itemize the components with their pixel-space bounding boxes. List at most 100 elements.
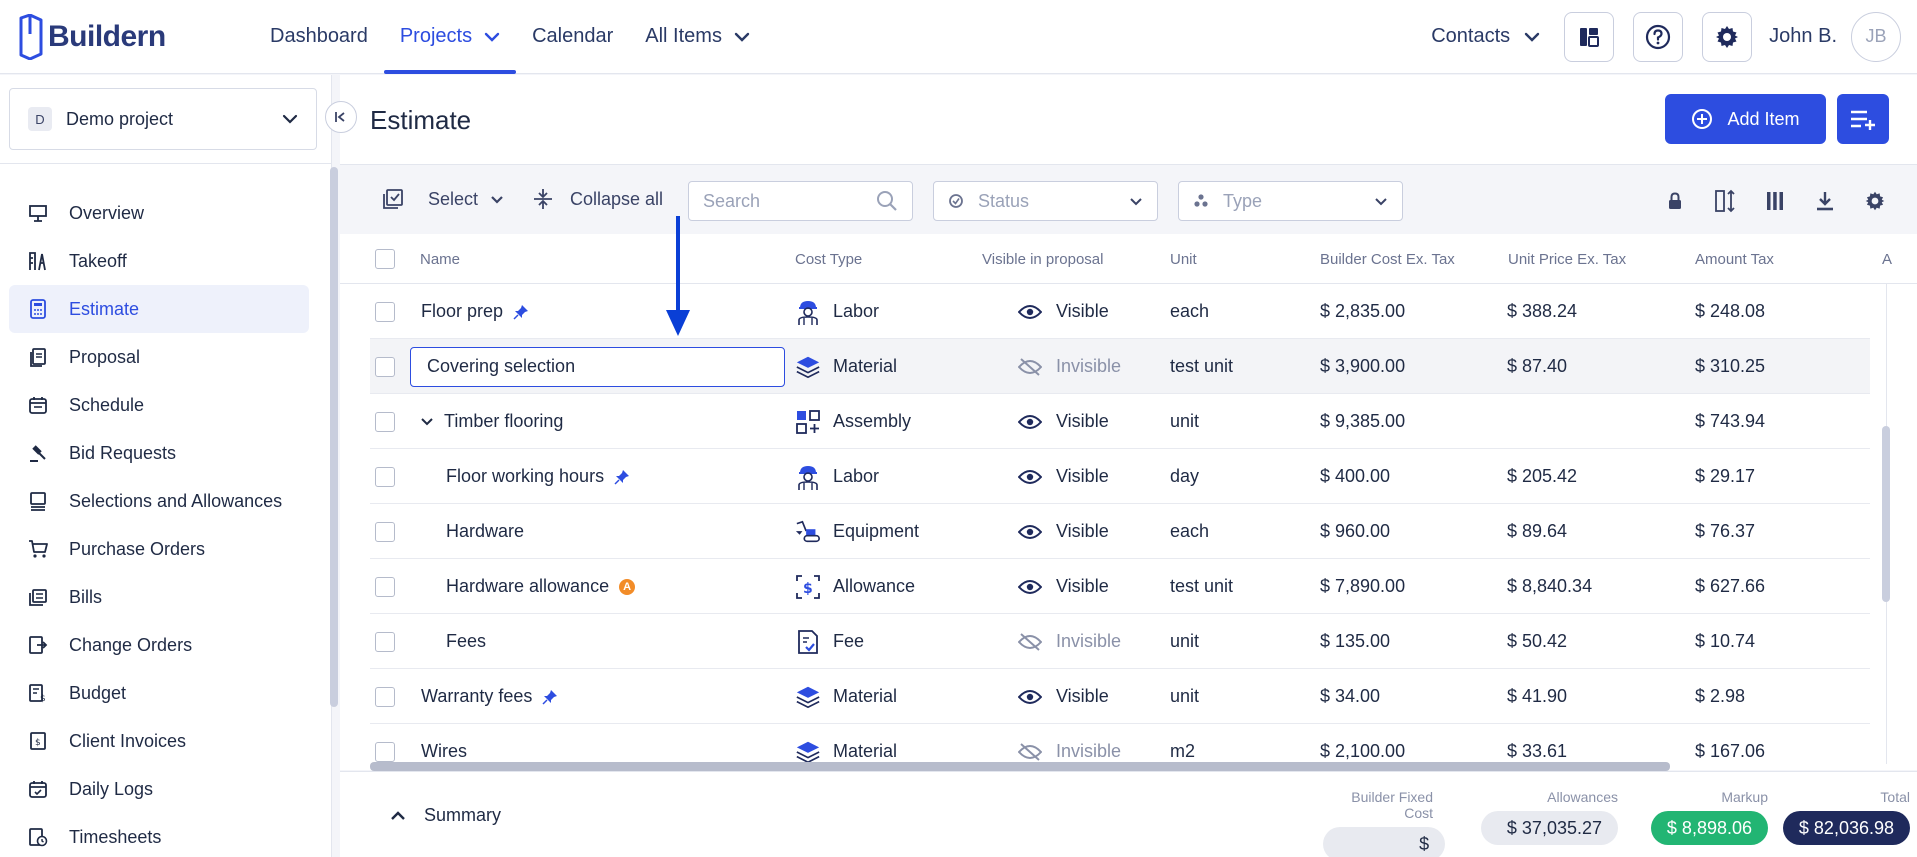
builder-cost-cell[interactable]: $ 2,835.00 [1320, 284, 1405, 339]
row-checkbox[interactable] [375, 741, 395, 762]
columns-button[interactable] [1750, 186, 1800, 216]
column-header-amount-tax[interactable]: Amount Tax [1695, 251, 1774, 268]
sidebar-item-schedule[interactable]: Schedule [9, 381, 309, 429]
sidebar-item-timesheets[interactable]: Timesheets [9, 813, 309, 857]
select-all-checkbox[interactable] [375, 249, 395, 269]
unit-cell[interactable]: each [1170, 284, 1209, 339]
item-name[interactable]: Floor working hours [446, 466, 604, 487]
row-checkbox[interactable] [375, 576, 395, 597]
column-header-next[interactable]: A [1882, 251, 1892, 268]
item-name[interactable]: Floor prep [421, 301, 503, 322]
horizontal-scrollbar[interactable] [370, 762, 1670, 771]
amount-tax-cell[interactable]: $ 248.08 [1695, 284, 1765, 339]
builder-cost-cell[interactable]: $ 34.00 [1320, 669, 1380, 724]
eye-icon[interactable] [1018, 689, 1042, 705]
user-name[interactable]: John B. [1769, 25, 1837, 48]
amount-tax-cell[interactable]: $ 10.74 [1695, 614, 1755, 669]
row-checkbox[interactable] [375, 301, 395, 322]
table-row[interactable]: Floor working hours Labor Visible day $ … [370, 449, 1870, 504]
column-header-visible[interactable]: Visible in proposal [982, 251, 1103, 268]
unit-cell[interactable]: unit [1170, 669, 1199, 724]
column-header-cost-type[interactable]: Cost Type [795, 251, 862, 268]
unit-price-cell[interactable]: $ 89.64 [1507, 504, 1567, 559]
collapse-all-button[interactable]: Collapse all [532, 188, 663, 210]
chevron-down-icon[interactable] [420, 417, 434, 426]
eye-icon[interactable] [1018, 579, 1042, 595]
eye-icon[interactable] [1018, 304, 1042, 320]
contacts-menu[interactable]: Contacts [1431, 25, 1540, 48]
eye-off-icon[interactable] [1018, 742, 1042, 762]
unit-price-cell[interactable]: $ 8,840.34 [1507, 559, 1592, 614]
add-item-button[interactable]: Add Item [1665, 94, 1826, 144]
item-name[interactable]: Hardware [446, 521, 524, 542]
item-name[interactable]: Hardware allowance [446, 576, 609, 597]
item-name-input[interactable]: Covering selection [410, 346, 785, 387]
sidebar-scrollbar[interactable] [330, 167, 338, 707]
row-checkbox[interactable] [375, 686, 395, 707]
sidebar-item-purchase-orders[interactable]: Purchase Orders [9, 525, 309, 573]
sidebar-item-bid-requests[interactable]: Bid Requests [9, 429, 309, 477]
amount-tax-cell[interactable]: $ 29.17 [1695, 449, 1755, 504]
unit-price-cell[interactable]: $ 205.42 [1507, 449, 1577, 504]
table-row[interactable]: Fees Fee Invisible unit $ 135.00 $ 50.42… [370, 614, 1870, 669]
table-row[interactable]: Floor prep Labor Visible each $ 2,835.00… [370, 284, 1870, 339]
nav-all-items[interactable]: All Items [629, 0, 766, 74]
search-icon[interactable] [876, 190, 898, 212]
download-button[interactable] [1800, 186, 1850, 216]
summary-toggle[interactable]: Summary [390, 805, 501, 826]
unit-cell[interactable]: each [1170, 504, 1209, 559]
row-checkbox[interactable] [375, 631, 395, 652]
vertical-scrollbar[interactable] [1882, 426, 1890, 602]
eye-off-icon[interactable] [1018, 632, 1042, 652]
sidebar-item-client-invoices[interactable]: $ Client Invoices [9, 717, 309, 765]
item-name[interactable]: Timber flooring [444, 411, 563, 432]
status-filter-dropdown[interactable]: Status [933, 181, 1158, 221]
sidebar-item-change-orders[interactable]: Change Orders [9, 621, 309, 669]
builder-cost-cell[interactable]: $ 9,385.00 [1320, 394, 1405, 449]
builder-cost-cell[interactable]: $ 960.00 [1320, 504, 1390, 559]
sidebar-item-proposal[interactable]: Proposal [9, 333, 309, 381]
add-list-button[interactable] [1837, 94, 1889, 144]
brand-logo[interactable]: Buildern [18, 13, 248, 60]
builder-cost-cell[interactable]: $ 400.00 [1320, 449, 1390, 504]
unit-cell[interactable]: test unit [1170, 339, 1233, 394]
amount-tax-cell[interactable]: $ 167.06 [1695, 724, 1765, 770]
row-checkbox[interactable] [375, 356, 395, 377]
column-header-builder-cost[interactable]: Builder Cost Ex. Tax [1320, 251, 1455, 268]
table-row[interactable]: Hardware Equipment Visible each $ 960.00… [370, 504, 1870, 559]
column-header-unit[interactable]: Unit [1170, 251, 1197, 268]
eye-icon[interactable] [1018, 524, 1042, 540]
select-button[interactable]: Select [382, 188, 504, 210]
sidebar-item-overview[interactable]: Overview [9, 189, 309, 237]
project-selector[interactable]: D Demo project [9, 88, 317, 150]
help-button[interactable] [1633, 11, 1684, 62]
column-header-name[interactable]: Name [420, 251, 460, 268]
collapse-sidebar-button[interactable] [325, 101, 357, 133]
avatar[interactable]: JB [1851, 11, 1901, 62]
builder-cost-cell[interactable]: $ 7,890.00 [1320, 559, 1405, 614]
layout-button[interactable] [1564, 11, 1615, 62]
amount-tax-cell[interactable]: $ 627.66 [1695, 559, 1765, 614]
unit-price-cell[interactable]: $ 87.40 [1507, 339, 1567, 394]
column-header-unit-price[interactable]: Unit Price Ex. Tax [1508, 251, 1626, 268]
unit-cell[interactable]: test unit [1170, 559, 1233, 614]
amount-tax-cell[interactable]: $ 743.94 [1695, 394, 1765, 449]
row-checkbox[interactable] [375, 521, 395, 542]
unit-cell[interactable]: unit [1170, 614, 1199, 669]
table-settings-button[interactable] [1850, 186, 1900, 216]
row-height-button[interactable] [1700, 186, 1750, 216]
amount-tax-cell[interactable]: $ 2.98 [1695, 669, 1745, 724]
builder-cost-cell[interactable]: $ 3,900.00 [1320, 339, 1405, 394]
lock-button[interactable] [1650, 186, 1700, 216]
sidebar-item-bills[interactable]: Bills [9, 573, 309, 621]
amount-tax-cell[interactable]: $ 76.37 [1695, 504, 1755, 559]
unit-cell[interactable]: unit [1170, 394, 1199, 449]
table-row[interactable]: Warranty fees Material Visible unit $ 34… [370, 669, 1870, 724]
sidebar-item-selections-and-allowances[interactable]: Selections and Allowances [9, 477, 309, 525]
type-filter-dropdown[interactable]: Type [1178, 181, 1403, 221]
unit-cell[interactable]: day [1170, 449, 1199, 504]
sidebar-item-takeoff[interactable]: Takeoff [9, 237, 309, 285]
nav-dashboard[interactable]: Dashboard [254, 0, 384, 74]
sidebar-item-daily-logs[interactable]: Daily Logs [9, 765, 309, 813]
amount-tax-cell[interactable]: $ 310.25 [1695, 339, 1765, 394]
